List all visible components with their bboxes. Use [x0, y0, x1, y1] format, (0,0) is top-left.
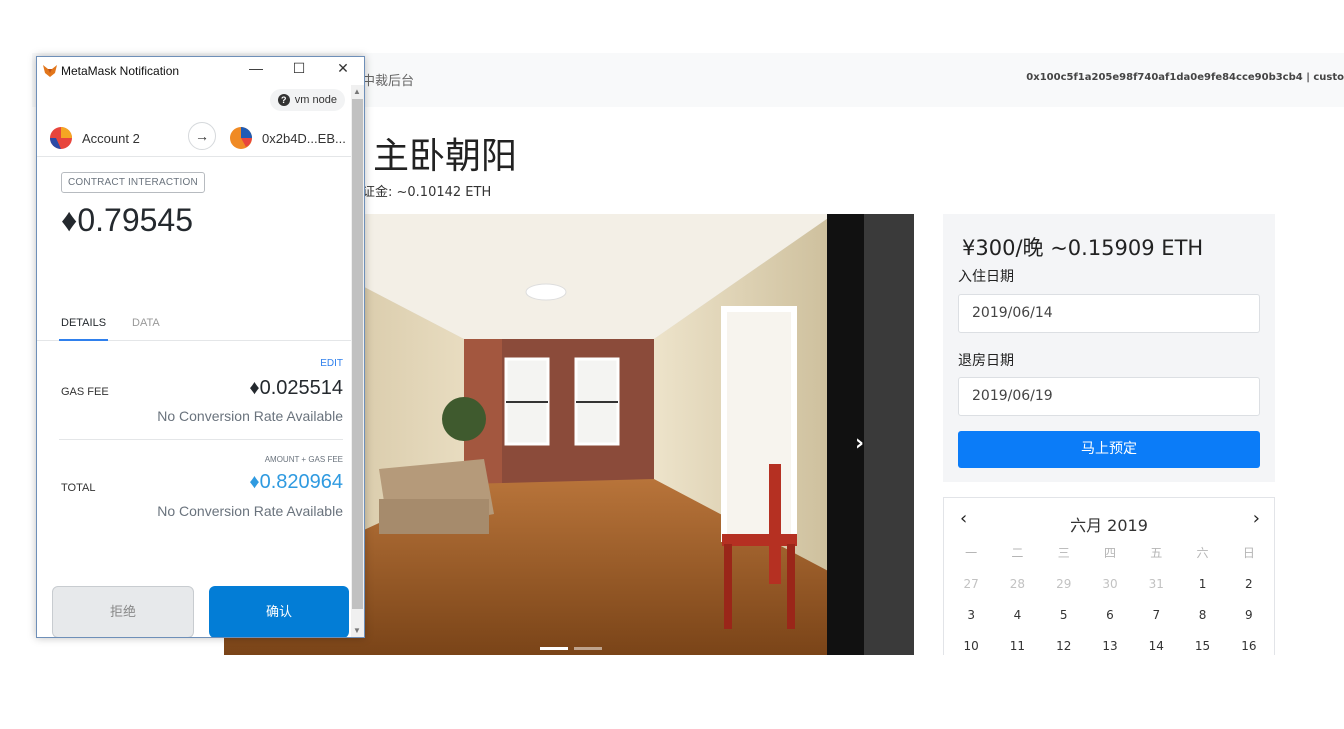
weekday-header: 一 — [965, 546, 978, 560]
scrollbar-thumb[interactable] — [352, 99, 363, 609]
vertical-scrollbar[interactable]: ▲ ▼ — [351, 85, 364, 637]
checkin-date-input[interactable]: 2019/06/14 — [958, 294, 1260, 333]
price-label: ¥300/晚 ~0.15909 ETH — [962, 236, 1204, 260]
window-titlebar[interactable]: MetaMask Notification — ☐ ✕ — [37, 57, 364, 85]
reject-button[interactable]: 拒绝 — [52, 586, 194, 637]
amount-gas-caption: AMOUNT + GAS FEE — [264, 455, 343, 464]
account-avatar-icon — [50, 127, 72, 149]
recipient-account[interactable]: 0x2b4D...EB... — [230, 127, 346, 149]
page-title: 主卧朝阳 — [373, 136, 518, 177]
checkout-label: 退房日期 — [958, 353, 1014, 369]
weekday-header: 五 — [1150, 546, 1163, 560]
metamask-notification-window: MetaMask Notification — ☐ ✕ ? vm node Ac… — [36, 56, 365, 638]
calendar-day[interactable]: 3 — [948, 604, 994, 635]
calendar-day[interactable]: 7 — [1133, 604, 1179, 635]
recipient-address: 0x2b4D...EB... — [262, 130, 346, 146]
total-value: ♦0.820964 — [249, 471, 343, 493]
network-selector[interactable]: ? vm node — [269, 89, 345, 111]
calendar-day[interactable]: 14 — [1133, 635, 1179, 655]
calendar-day[interactable]: 11 — [994, 635, 1040, 655]
calendar-day: 27 — [963, 577, 979, 591]
calendar-day: 28 — [1009, 577, 1026, 591]
network-name: vm node — [294, 94, 337, 106]
weekday-header: 六 — [1196, 546, 1209, 560]
gas-fee-value: ♦0.025514 — [249, 377, 343, 399]
calendar-next-icon[interactable]: › — [1253, 508, 1260, 529]
deposit-text: 证金: ~0.10142 ETH — [362, 185, 492, 200]
contract-interaction-badge: CONTRACT INTERACTION — [61, 172, 205, 193]
calendar-day[interactable]: 1 — [1179, 573, 1225, 604]
metamask-confirm-body: ? vm node Account 2 → 0x2b4D...EB... CON… — [37, 85, 351, 637]
details-tabs: DETAILS DATA — [37, 307, 351, 341]
account-address: 0x100c5f1a205e98f740af1da0e9fe84cce90b3c… — [1026, 72, 1344, 83]
calendar-day[interactable]: 16 — [1226, 635, 1272, 655]
carousel-indicator[interactable] — [574, 647, 602, 650]
book-now-button[interactable]: 马上预定 — [958, 431, 1260, 468]
brand-link[interactable]: 中裁后台 — [362, 70, 414, 89]
weekday-header: 二 — [1011, 546, 1024, 560]
booking-panel: ¥300/晚 ~0.15909 ETH 入住日期 2019/06/14 退房日期… — [943, 214, 1275, 482]
total-conversion: No Conversion Rate Available — [157, 503, 343, 519]
sender-recipient-row: Account 2 → 0x2b4D...EB... — [37, 115, 351, 157]
carousel-next-button[interactable]: › — [855, 431, 864, 456]
metamask-fox-icon — [43, 64, 57, 82]
calendar-day: 30 — [1102, 577, 1118, 591]
recipient-avatar-icon — [230, 127, 252, 149]
active-tab-indicator — [59, 339, 108, 341]
calendar-day[interactable]: 9 — [1226, 604, 1272, 635]
window-title: MetaMask Notification — [61, 64, 180, 78]
carousel-indicators[interactable] — [540, 647, 602, 650]
carousel-indicator[interactable] — [540, 647, 568, 650]
calendar-day[interactable]: 13 — [1087, 635, 1133, 655]
checkout-date-input[interactable]: 2019/06/19 — [958, 377, 1260, 416]
action-footer: 拒绝 确认 — [37, 585, 351, 637]
edit-gas-link[interactable]: EDIT — [320, 358, 343, 369]
calendar-grid: 一 二 三 四 五 六 日 27 28 29 30 31 1 2 3 4 5 6… — [948, 542, 1272, 655]
date-calendar: ‹ 六月 2019 › 一 二 三 四 五 六 日 27 28 29 30 31… — [943, 497, 1275, 655]
calendar-day: 29 — [1056, 577, 1072, 591]
weekday-header: 日 — [1242, 546, 1255, 560]
weekday-header: 三 — [1057, 546, 1070, 560]
scroll-down-icon[interactable]: ▼ — [353, 626, 361, 635]
sender-account[interactable]: Account 2 — [50, 127, 140, 149]
calendar-day[interactable]: 15 — [1179, 635, 1225, 655]
close-icon[interactable]: ✕ — [332, 60, 354, 77]
sender-account-name: Account 2 — [82, 130, 140, 146]
calendar-day: 31 — [1148, 577, 1164, 591]
gas-fee-label: GAS FEE — [61, 386, 109, 398]
calendar-day[interactable]: 5 — [1041, 604, 1087, 635]
gas-fee-conversion: No Conversion Rate Available — [157, 408, 343, 424]
weekday-header: 四 — [1103, 546, 1116, 560]
calendar-day[interactable]: 6 — [1087, 604, 1133, 635]
question-icon: ? — [277, 94, 290, 106]
calendar-day[interactable]: 2 — [1226, 573, 1272, 604]
calendar-month-title: 六月 2019 — [1070, 516, 1148, 535]
checkin-label: 入住日期 — [958, 269, 1014, 285]
tab-data[interactable]: DATA — [132, 317, 160, 329]
calendar-day[interactable]: 10 — [948, 635, 994, 655]
minimize-icon[interactable]: — — [245, 60, 267, 76]
section-divider — [59, 439, 343, 440]
maximize-icon[interactable]: ☐ — [288, 60, 310, 77]
calendar-day[interactable]: 4 — [994, 604, 1040, 635]
transaction-amount: ♦0.79545 — [61, 202, 193, 238]
total-label: TOTAL — [61, 482, 96, 494]
calendar-day[interactable]: 8 — [1179, 604, 1225, 635]
scroll-up-icon[interactable]: ▲ — [353, 87, 361, 96]
arrow-right-icon: → — [188, 122, 216, 150]
tab-details[interactable]: DETAILS — [61, 317, 106, 329]
calendar-day[interactable]: 12 — [1041, 635, 1087, 655]
confirm-button[interactable]: 确认 — [209, 586, 349, 637]
